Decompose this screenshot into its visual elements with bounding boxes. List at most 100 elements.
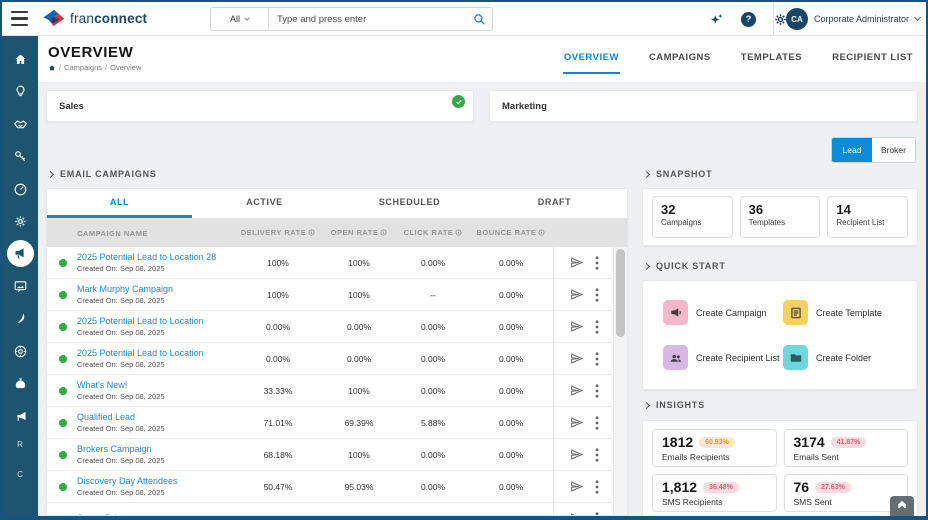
row-menu-button[interactable] [595,256,599,270]
user-menu[interactable]: CA Corporate Administrator [773,2,920,36]
campaign-created-date: Created On: Sep 08, 2025 [77,296,235,305]
franconnect-logo[interactable]: franconnect [40,6,147,30]
stat-value: 32 [661,202,724,217]
chevron-right-icon [643,401,650,408]
campaign-name-link[interactable]: 2025 Potential Lead to Location [77,348,235,358]
sidebar-item-global[interactable] [5,336,35,366]
campaign-group-field-sales[interactable]: Sales [46,90,474,122]
global-search: All [210,7,493,31]
send-icon [570,512,583,515]
row-menu-button[interactable] [595,352,599,366]
quick-start-section-toggle[interactable]: QUICK START [644,261,726,271]
sidebar-item-announcements[interactable] [5,401,35,431]
home-icon[interactable] [48,64,56,72]
sidebar-item-messages[interactable] [5,271,35,301]
send-campaign-button[interactable] [570,480,583,493]
tab-all[interactable]: ALL [47,189,192,218]
avatar: CA [786,8,808,30]
row-menu-button[interactable] [595,320,599,334]
campaign-name-link[interactable]: Qualified Lead [77,412,235,422]
open-rate-value: 69.39% [321,418,397,428]
sidebar-item-finance[interactable] [5,369,35,399]
sidebar-item-ideas[interactable] [5,77,35,107]
row-menu-button[interactable] [595,480,599,494]
tab-overview[interactable]: OVERVIEW [563,36,620,74]
breadcrumb-overview[interactable]: Overview [110,63,141,72]
send-campaign-button[interactable] [570,512,583,515]
sidebar-item-r[interactable]: R [17,440,23,449]
email-campaigns-section-toggle[interactable]: EMAIL CAMPAIGNS [48,169,157,179]
stat-label: SMS Recipients [662,497,767,507]
people-icon [663,345,688,370]
campaign-created-date: Created On: Sep 08, 2025 [77,488,235,497]
search-button[interactable] [466,8,492,30]
bounce-rate-value: 0.00% [469,258,553,268]
search-icon [473,13,486,26]
send-campaign-button[interactable] [570,288,583,301]
campaign-name-link[interactable]: Status Driven [77,513,235,516]
campaign-name-link[interactable]: 2025 Potential Lead to Location 28 [77,252,235,262]
sidebar-item-c[interactable]: C [17,470,23,479]
sidebar-item-home[interactable] [5,44,35,74]
sidebar-item-relationships[interactable] [5,109,35,139]
campaign-name-link[interactable]: 2025 Potential Lead to Location [77,316,235,326]
action-label: Create Template [816,308,882,318]
send-campaign-button[interactable] [570,448,583,461]
info-icon[interactable] [308,229,315,238]
send-campaign-button[interactable] [570,384,583,397]
tab-templates[interactable]: TEMPLATES [740,36,803,74]
insights-section-toggle[interactable]: INSIGHTS [644,400,705,410]
tab-scheduled[interactable]: SCHEDULED [337,189,482,218]
sidebar-item-admin[interactable] [5,207,35,237]
row-menu-button[interactable] [595,448,599,462]
row-menu-button[interactable] [595,416,599,430]
campaign-name-link[interactable]: Mark Murphy Campaign [77,284,235,294]
sidebar-item-access[interactable] [5,142,35,172]
help-icon[interactable]: ? [741,12,756,27]
send-campaign-button[interactable] [570,256,583,269]
breadcrumb-campaigns[interactable]: Campaigns [64,63,102,72]
tab-campaigns[interactable]: CAMPAIGNS [648,36,712,74]
send-icon [570,288,583,301]
sidebar-item-swoosh[interactable] [5,304,35,334]
toggle-broker-button[interactable]: Broker [872,138,915,162]
search-scope-select[interactable]: All [211,8,269,30]
tab-recipient-list[interactable]: RECIPIENT LIST [831,36,914,74]
create-folder-action[interactable]: Create Folder [783,345,903,370]
send-campaign-button[interactable] [570,320,583,333]
campaign-name-link[interactable]: Discovery Day Attendees [77,476,235,486]
info-icon[interactable] [538,229,545,238]
send-campaign-button[interactable] [570,352,583,365]
snapshot-recipient-list[interactable]: 14 Recipient List [827,196,908,238]
info-icon[interactable] [455,229,462,238]
snapshot-section-toggle[interactable]: SNAPSHOT [644,169,712,179]
info-icon[interactable] [380,229,387,238]
create-recipient-list-action[interactable]: Create Recipient List [663,345,783,370]
left-sidebar: R C [2,36,38,516]
snapshot-templates[interactable]: 36 Templates [740,196,821,238]
scroll-to-top-button[interactable] [890,496,914,516]
row-menu-button[interactable] [595,384,599,398]
create-template-action[interactable]: Create Template [783,300,903,325]
create-campaign-action[interactable]: Create Campaign [663,300,783,325]
tab-active[interactable]: ACTIVE [192,189,337,218]
toggle-lead-button[interactable]: Lead [832,138,872,162]
campaign-name-link[interactable]: What's New! [77,380,235,390]
campaign-group-field-marketing[interactable]: Marketing [489,90,918,122]
sidebar-item-performance[interactable] [5,174,35,204]
row-menu-button[interactable] [595,288,599,302]
tab-draft[interactable]: DRAFT [482,189,627,218]
bounce-rate-value: 0.00% [469,482,553,492]
stat-value: 3174 [794,434,825,450]
sidebar-item-campaigns-active[interactable] [7,240,34,267]
hamburger-menu-icon[interactable] [11,11,28,26]
main-content: OVERVIEW Campaigns Overview OVERVIEW CAM… [38,36,926,516]
campaign-name-link[interactable]: Brokers Campaign [77,444,235,454]
snapshot-campaigns[interactable]: 32 Campaigns [652,196,733,238]
scrollbar-thumb[interactable] [616,249,625,337]
search-input[interactable] [269,8,466,30]
ai-sparkle-icon[interactable] [709,12,724,27]
send-campaign-button[interactable] [570,416,583,429]
action-label: Create Campaign [696,308,767,318]
row-menu-button[interactable] [595,512,599,516]
